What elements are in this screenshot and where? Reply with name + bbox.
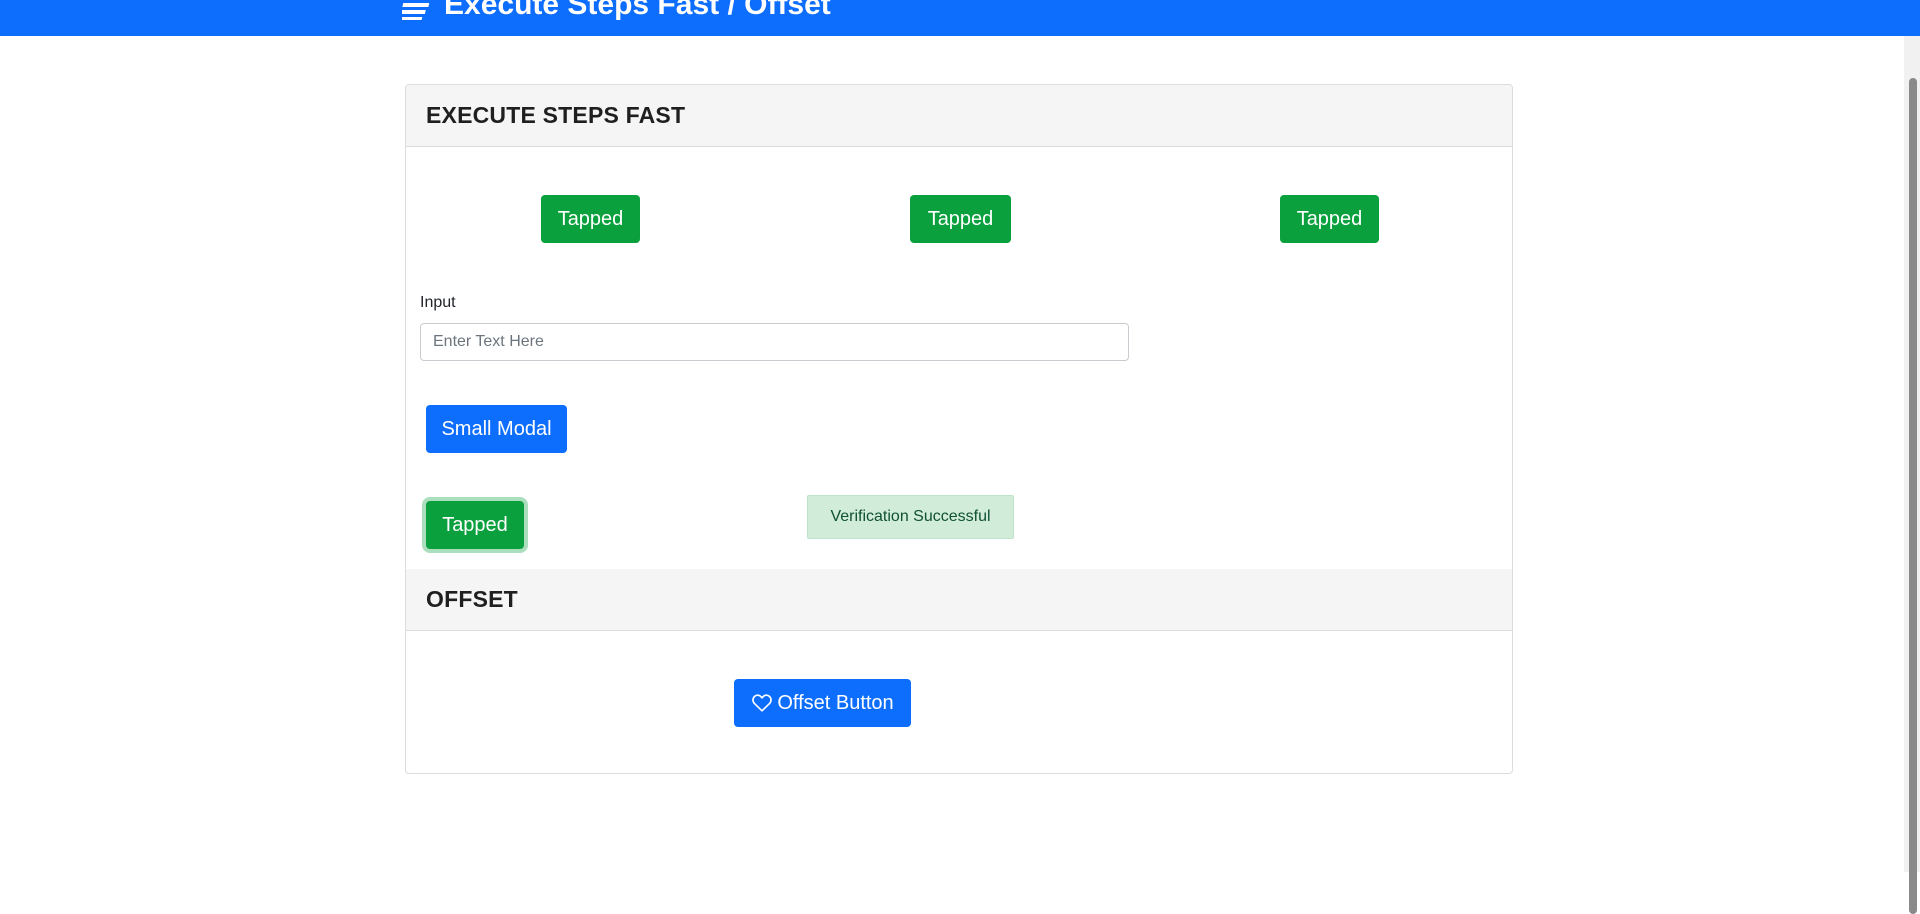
top-navbar: Execute Steps Fast / Offset	[0, 0, 1920, 36]
text-input-field[interactable]	[420, 323, 1129, 361]
heart-icon	[752, 694, 773, 712]
tapped-button-3[interactable]: Tapped	[1280, 195, 1379, 243]
execute-section-title: EXECUTE STEPS FAST	[426, 102, 686, 128]
offset-section-title: OFFSET	[426, 586, 518, 612]
input-label: Input	[420, 294, 456, 311]
main-card: EXECUTE STEPS FAST Tapped Tapped Tapped …	[405, 84, 1513, 774]
small-modal-button[interactable]: Small Modal	[426, 405, 567, 453]
tapped-button-1[interactable]: Tapped	[541, 195, 640, 243]
tapped-button-focused[interactable]: Tapped	[426, 501, 524, 549]
page-title: Execute Steps Fast / Offset	[444, 0, 831, 21]
execute-section-header: EXECUTE STEPS FAST	[406, 85, 1512, 147]
page-scrollbar[interactable]	[1904, 36, 1920, 914]
tapped-button-2[interactable]: Tapped	[910, 195, 1011, 243]
offset-button-label: Offset Button	[777, 691, 894, 714]
offset-section-header: OFFSET	[406, 569, 1512, 631]
verification-success-alert: Verification Successful	[807, 495, 1014, 539]
menu-stack-icon	[402, 3, 430, 20]
navbar-brand[interactable]: Execute Steps Fast / Offset	[402, 0, 831, 22]
verification-text: Verification Successful	[830, 508, 991, 525]
offset-button[interactable]: Offset Button	[734, 679, 911, 727]
scrollbar-thumb[interactable]	[1909, 78, 1917, 914]
